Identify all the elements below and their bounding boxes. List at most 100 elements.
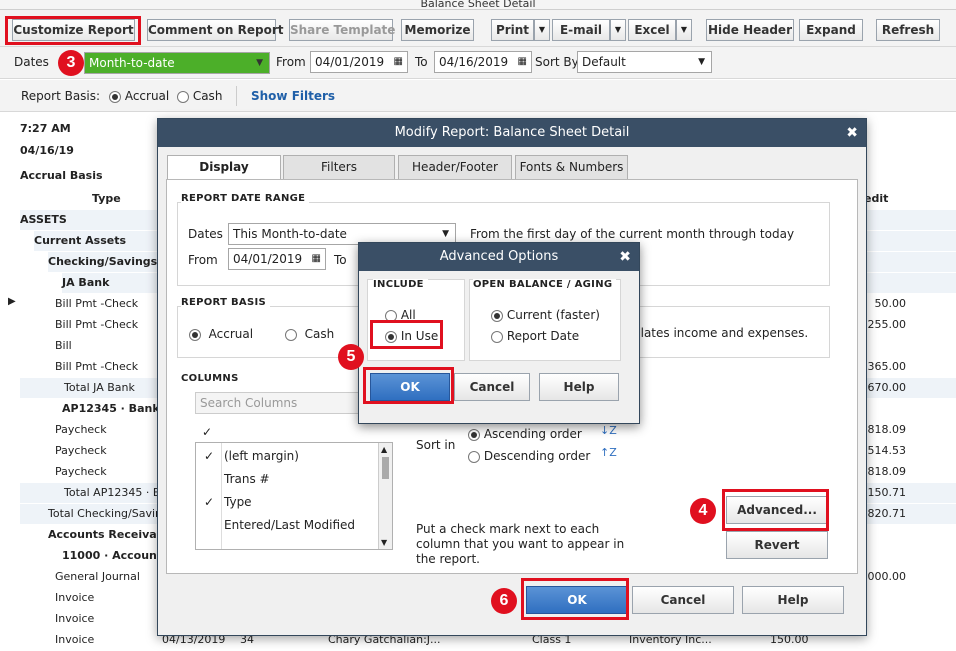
report-row[interactable]: Bill Pmt -Check <box>55 318 138 331</box>
column-item[interactable]: Entered/Last Modified <box>224 518 355 532</box>
include-group <box>367 279 465 361</box>
report-date-radio[interactable]: Report Date <box>491 329 579 343</box>
to-label: To <box>415 55 428 69</box>
show-filters-link[interactable]: Show Filters <box>251 89 335 103</box>
include-in-use-radio[interactable]: In Use <box>385 329 438 343</box>
cancel-button[interactable]: Cancel <box>632 586 734 614</box>
expand-button[interactable]: Expand <box>799 19 863 41</box>
report-row[interactable]: Total AP12345 · Ba <box>64 486 167 499</box>
excel-button[interactable]: Excel <box>628 19 676 41</box>
comment-on-report-button[interactable]: Comment on Report <box>147 19 284 41</box>
from-date-value: 04/01/2019 <box>315 55 385 69</box>
radio-selected-icon[interactable] <box>109 90 121 103</box>
from-date-input[interactable]: 04/01/2019 ▦ <box>310 51 408 73</box>
modal-accrual-label: Accrual <box>208 327 254 341</box>
report-row[interactable]: Bill <box>55 339 72 352</box>
report-row[interactable]: ASSETS <box>20 213 67 226</box>
report-row[interactable]: Invoice <box>55 591 94 604</box>
sortby-select[interactable]: Default ▼ <box>577 51 712 73</box>
close-icon[interactable]: ✖ <box>619 243 631 271</box>
step-badge-3: 3 <box>58 50 84 76</box>
help-button[interactable]: Help <box>742 586 844 614</box>
calendar-icon[interactable]: ▦ <box>312 249 321 269</box>
tab-display[interactable]: Display <box>167 155 281 181</box>
ok-button[interactable]: OK <box>526 586 628 614</box>
modal-from-input[interactable]: 04/01/2019 ▦ <box>228 248 326 270</box>
to-date-input[interactable]: 04/16/2019 ▦ <box>434 51 532 73</box>
report-row[interactable]: Total JA Bank <box>64 381 135 394</box>
radio-icon[interactable] <box>177 90 189 103</box>
current-faster-radio[interactable]: Current (faster) <box>491 308 600 322</box>
hide-header-button[interactable]: Hide Header <box>706 19 794 41</box>
report-row[interactable]: Total Checking/Savings <box>48 507 175 520</box>
advanced-ok-button[interactable]: OK <box>370 373 450 401</box>
cash-radio[interactable]: Cash <box>177 89 222 103</box>
tab-fonts-numbers[interactable]: Fonts & Numbers <box>515 155 628 179</box>
close-icon[interactable]: ✖ <box>846 119 858 147</box>
memorize-button[interactable]: Memorize <box>401 19 474 41</box>
accrual-radio[interactable]: Accrual <box>109 89 169 103</box>
report-row[interactable]: Paycheck <box>55 465 107 478</box>
report-row[interactable]: 11000 · Accounts <box>62 549 169 562</box>
columns-scrollbar[interactable]: ▲ ▼ <box>378 443 392 549</box>
calendar-icon[interactable]: ▦ <box>394 52 403 72</box>
chevron-down-icon: ▼ <box>256 58 263 68</box>
report-row[interactable]: Bill Pmt -Check <box>55 360 138 373</box>
column-check-icon[interactable]: ✓ <box>204 495 214 509</box>
modal-cash-radio[interactable]: Cash <box>285 327 334 341</box>
radio-selected-icon[interactable] <box>468 428 480 441</box>
column-item[interactable]: (left margin) <box>224 449 299 463</box>
refresh-button[interactable]: Refresh <box>876 19 940 41</box>
report-row[interactable]: JA Bank <box>62 276 109 289</box>
share-template-button[interactable]: Share Template <box>289 19 395 41</box>
radio-selected-icon[interactable] <box>385 330 397 343</box>
radio-selected-icon[interactable] <box>189 328 201 341</box>
radio-icon[interactable] <box>385 309 397 322</box>
sortby-value: Default <box>582 55 626 69</box>
row-pointer-icon: ▶ <box>8 296 16 307</box>
report-row[interactable]: Checking/Savings <box>48 255 157 268</box>
column-item[interactable]: Trans # <box>224 472 270 486</box>
scroll-up-icon[interactable]: ▲ <box>381 445 387 454</box>
basis-description: ulates income and expenses. <box>633 326 809 340</box>
revert-button[interactable]: Revert <box>726 531 828 559</box>
radio-icon[interactable] <box>285 328 297 341</box>
divider <box>236 86 237 106</box>
column-header-credit[interactable]: edit <box>864 192 888 205</box>
report-row[interactable]: General Journal <box>55 570 140 583</box>
advanced-help-button[interactable]: Help <box>539 373 619 401</box>
advanced-button[interactable]: Advanced... <box>726 496 828 524</box>
column-check-icon[interactable]: ✓ <box>204 449 214 463</box>
dates-select[interactable]: Month-to-date ▼ <box>84 52 270 74</box>
columns-hint: Put a check mark next to each column tha… <box>416 522 625 566</box>
radio-icon[interactable] <box>468 450 480 463</box>
report-row[interactable]: Current Assets <box>34 234 126 247</box>
scroll-down-icon[interactable]: ▼ <box>381 538 387 547</box>
report-row[interactable]: Paycheck <box>55 444 107 457</box>
advanced-cancel-button[interactable]: Cancel <box>454 373 530 401</box>
report-row[interactable]: Invoice <box>55 612 94 625</box>
report-row[interactable]: Bill Pmt -Check <box>55 297 138 310</box>
email-button[interactable]: E-mail <box>552 19 610 41</box>
print-dropdown-icon[interactable]: ▼ <box>534 19 550 41</box>
radio-icon[interactable] <box>491 330 503 343</box>
ascending-radio[interactable]: Ascending order <box>468 427 582 441</box>
sortby-label: Sort By <box>535 55 579 69</box>
descending-radio[interactable]: Descending order <box>468 449 590 463</box>
print-button[interactable]: Print <box>491 19 534 41</box>
tab-header-footer[interactable]: Header/Footer <box>398 155 512 179</box>
tab-filters[interactable]: Filters <box>283 155 395 179</box>
report-row-type[interactable]: Invoice <box>55 633 94 646</box>
column-item[interactable]: Type <box>224 495 252 509</box>
email-dropdown-icon[interactable]: ▼ <box>610 19 626 41</box>
excel-dropdown-icon[interactable]: ▼ <box>676 19 692 41</box>
scroll-thumb[interactable] <box>382 457 389 479</box>
include-all-radio[interactable]: All <box>385 308 416 322</box>
calendar-icon[interactable]: ▦ <box>518 52 527 72</box>
customize-report-button[interactable]: Customize Report <box>12 19 135 41</box>
column-header-type[interactable]: Type <box>92 192 121 205</box>
step-badge-5: 5 <box>338 344 364 370</box>
report-row[interactable]: Paycheck <box>55 423 107 436</box>
modal-accrual-radio[interactable]: Accrual <box>189 327 253 341</box>
radio-selected-icon[interactable] <box>491 309 503 322</box>
